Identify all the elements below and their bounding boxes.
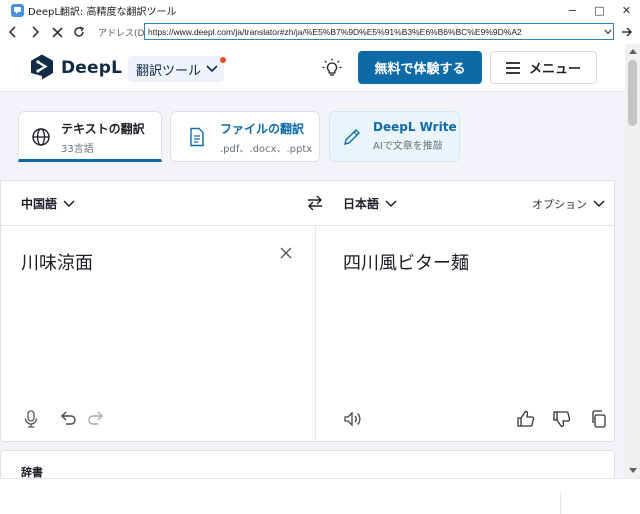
minimize-button[interactable]: −	[559, 0, 586, 20]
free-trial-button[interactable]: 無料で体験する	[358, 51, 482, 84]
chevron-down-icon	[604, 29, 611, 34]
arrow-right-icon	[622, 27, 633, 37]
forward-button[interactable]	[24, 20, 46, 44]
close-window-button[interactable]: ✕	[613, 0, 640, 20]
stop-button[interactable]	[46, 20, 68, 44]
hamburger-icon	[505, 61, 520, 74]
vertical-scrollbar[interactable]	[625, 44, 640, 478]
chevron-down-icon	[206, 65, 218, 73]
close-icon[interactable]	[278, 245, 294, 261]
redo-icon[interactable]	[87, 409, 107, 429]
refresh-icon	[74, 26, 85, 37]
dictionary-panel[interactable]: 辞書	[0, 450, 615, 478]
chevron-down-icon	[63, 199, 75, 207]
chevron-right-icon	[32, 26, 40, 38]
globe-icon	[32, 128, 50, 146]
window-title: DeepL翻訳: 高精度な翻訳ツール	[28, 6, 177, 18]
address-bar: アドレス(D) https://www.deepl.com/ja/transla…	[0, 20, 640, 44]
close-icon	[51, 26, 63, 38]
status-bar	[0, 478, 640, 514]
tab-subtitle: AIで文章を推敲	[373, 141, 443, 152]
options-label: オプション	[532, 198, 587, 211]
target-output[interactable]: 四川風ビター麺	[343, 249, 469, 275]
chevron-down-icon	[385, 199, 397, 207]
address-label: アドレス(D)	[98, 28, 148, 39]
triangle-up-icon	[628, 49, 637, 54]
triangle-down-icon	[628, 468, 637, 473]
thumbs-up-icon[interactable]	[516, 409, 536, 429]
deepl-logo[interactable]: DeepL	[30, 54, 122, 81]
swap-arrows-icon[interactable]	[306, 194, 324, 212]
tab-subtitle: 33言語	[61, 144, 94, 155]
dictionary-label: 辞書	[21, 466, 43, 478]
address-dropdown[interactable]	[601, 24, 613, 39]
chevron-down-icon	[593, 200, 605, 208]
source-textarea[interactable]: 川味涼面	[21, 249, 93, 275]
maximize-button[interactable]: □	[586, 0, 613, 20]
notification-dot	[220, 57, 227, 63]
status-divider	[560, 493, 561, 514]
target-language-label: 日本語	[343, 197, 380, 211]
target-language-select[interactable]: 日本語	[343, 195, 397, 212]
scroll-thumb[interactable]	[628, 60, 637, 126]
menu-button[interactable]: メニュー	[490, 51, 597, 84]
window-titlebar: DeepL翻訳: 高精度な翻訳ツール − □ ✕	[0, 0, 640, 20]
scroll-up-button[interactable]	[625, 44, 640, 59]
speaker-icon[interactable]	[343, 409, 363, 429]
tab-title: DeepL Write	[373, 120, 457, 134]
deepl-logo-icon	[31, 54, 53, 80]
pencil-icon	[344, 129, 360, 145]
scroll-down-button[interactable]	[625, 463, 640, 478]
refresh-button[interactable]	[68, 20, 90, 44]
translation-tools-button[interactable]: 翻訳ツール	[128, 56, 227, 82]
address-input[interactable]: https://www.deepl.com/ja/translator#zh/j…	[144, 23, 614, 40]
microphone-icon[interactable]	[21, 409, 41, 429]
options-dropdown[interactable]: オプション	[532, 196, 605, 212]
tab-deepl-write[interactable]: DeepL Write AIで文章を推敲	[329, 111, 460, 162]
web-page: DeepL 翻訳ツール 無料で体験する メニュー テキストの翻訳 33言語 ファ…	[0, 44, 625, 478]
copy-icon[interactable]	[589, 409, 609, 429]
app-icon	[11, 3, 24, 17]
site-header: DeepL 翻訳ツール 無料で体験する メニュー	[0, 44, 625, 92]
translation-tools-label: 翻訳ツール	[136, 63, 202, 79]
tab-title: テキストの翻訳	[61, 122, 145, 136]
tab-text-translation[interactable]: テキストの翻訳 33言語	[18, 111, 162, 162]
source-language-select[interactable]: 中国語	[21, 195, 75, 212]
tab-subtitle: .pdf、.docx、.pptx	[220, 144, 313, 155]
tab-title: ファイルの翻訳	[220, 122, 305, 136]
source-language-label: 中国語	[21, 197, 58, 211]
back-button[interactable]	[2, 20, 24, 44]
window-controls: − □ ✕	[559, 0, 640, 20]
language-row: 中国語 日本語 オプション	[1, 181, 614, 226]
pane-divider	[315, 226, 316, 442]
undo-icon[interactable]	[57, 409, 77, 429]
menu-button-label: メニュー	[528, 62, 581, 77]
chevron-left-icon	[8, 26, 16, 38]
tab-file-translation[interactable]: ファイルの翻訳 .pdf、.docx、.pptx	[170, 111, 320, 162]
lightbulb-icon[interactable]	[322, 58, 342, 78]
thumbs-down-icon[interactable]	[552, 409, 572, 429]
translator-card: 中国語 日本語 オプション 川味涼面 四川風ビター麺	[0, 180, 615, 442]
go-button[interactable]	[618, 24, 636, 40]
address-url[interactable]: https://www.deepl.com/ja/translator#zh/j…	[148, 27, 601, 37]
document-icon	[190, 127, 204, 147]
logo-text: DeepL	[61, 57, 123, 78]
